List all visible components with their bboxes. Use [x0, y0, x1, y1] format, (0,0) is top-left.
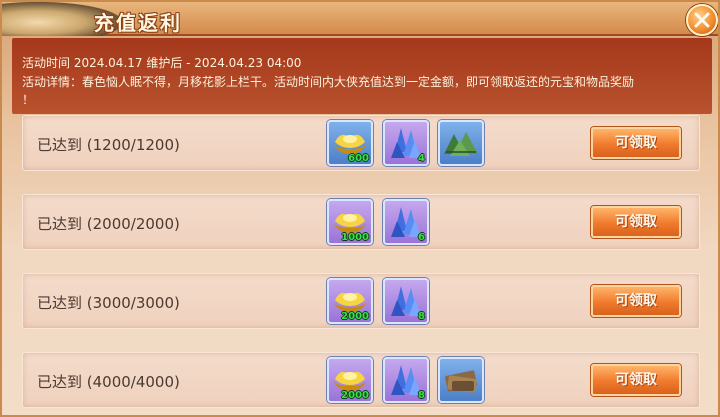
reward-slot[interactable]: 6: [383, 199, 429, 245]
reward-slot[interactable]: 4: [383, 120, 429, 166]
event-time: 活动时间 2024.04.17 维护后 - 2024.04.23 04:00: [22, 56, 302, 70]
zongzi-icon: [444, 132, 478, 156]
event-detail-tail: ！: [22, 93, 35, 107]
recharge-rebate-dialog: 充值返利 活动时间 2024.04.17 维护后 - 2024.04.23 04…: [0, 0, 720, 417]
reward-tier-row: 已达到 (2000/2000) 1000 6 可领取: [22, 194, 700, 250]
reward-quantity: 8: [418, 390, 425, 401]
tier-progress-label: 已达到 (1200/1200): [37, 136, 180, 154]
tier-progress-label: 已达到 (4000/4000): [37, 373, 180, 391]
claim-button[interactable]: 可领取: [591, 127, 681, 159]
reward-quantity: 8: [418, 311, 425, 322]
claim-button[interactable]: 可领取: [591, 206, 681, 238]
reward-tier-row: 已达到 (1200/1200) 600 4 可领取: [22, 115, 700, 171]
reward-quantity: 600: [348, 153, 369, 164]
claim-button[interactable]: 可领取: [591, 364, 681, 396]
reward-slot[interactable]: [438, 357, 484, 403]
reward-quantity: 4: [418, 153, 425, 164]
close-icon: [694, 12, 710, 28]
reward-slot[interactable]: 2000: [327, 278, 373, 324]
tier-progress-label: 已达到 (3000/3000): [37, 294, 180, 312]
reward-quantity: 2000: [341, 390, 369, 401]
close-button[interactable]: [686, 4, 718, 36]
reward-tier-row: 已达到 (3000/3000) 2000 8 可领取: [22, 273, 700, 329]
event-detail: 活动详情：春色恼人眠不得，月移花影上栏干。活动时间内大侠充值达到一定金额，即可领…: [22, 75, 635, 89]
tier-progress-label: 已达到 (2000/2000): [37, 215, 180, 233]
scroll-bundle-icon: [445, 370, 477, 393]
reward-slot[interactable]: 8: [383, 278, 429, 324]
reward-quantity: 6: [418, 232, 425, 243]
reward-quantity: 2000: [341, 311, 369, 322]
reward-slot[interactable]: [438, 120, 484, 166]
reward-slot[interactable]: 600: [327, 120, 373, 166]
reward-tier-row: 已达到 (4000/4000) 2000 8 可领取: [22, 352, 700, 408]
dialog-title: 充值返利: [94, 11, 182, 35]
reward-quantity: 1000: [341, 232, 369, 243]
claim-button[interactable]: 可领取: [591, 285, 681, 317]
reward-slot[interactable]: 1000: [327, 199, 373, 245]
reward-slot[interactable]: 2000: [327, 357, 373, 403]
reward-slot[interactable]: 8: [383, 357, 429, 403]
